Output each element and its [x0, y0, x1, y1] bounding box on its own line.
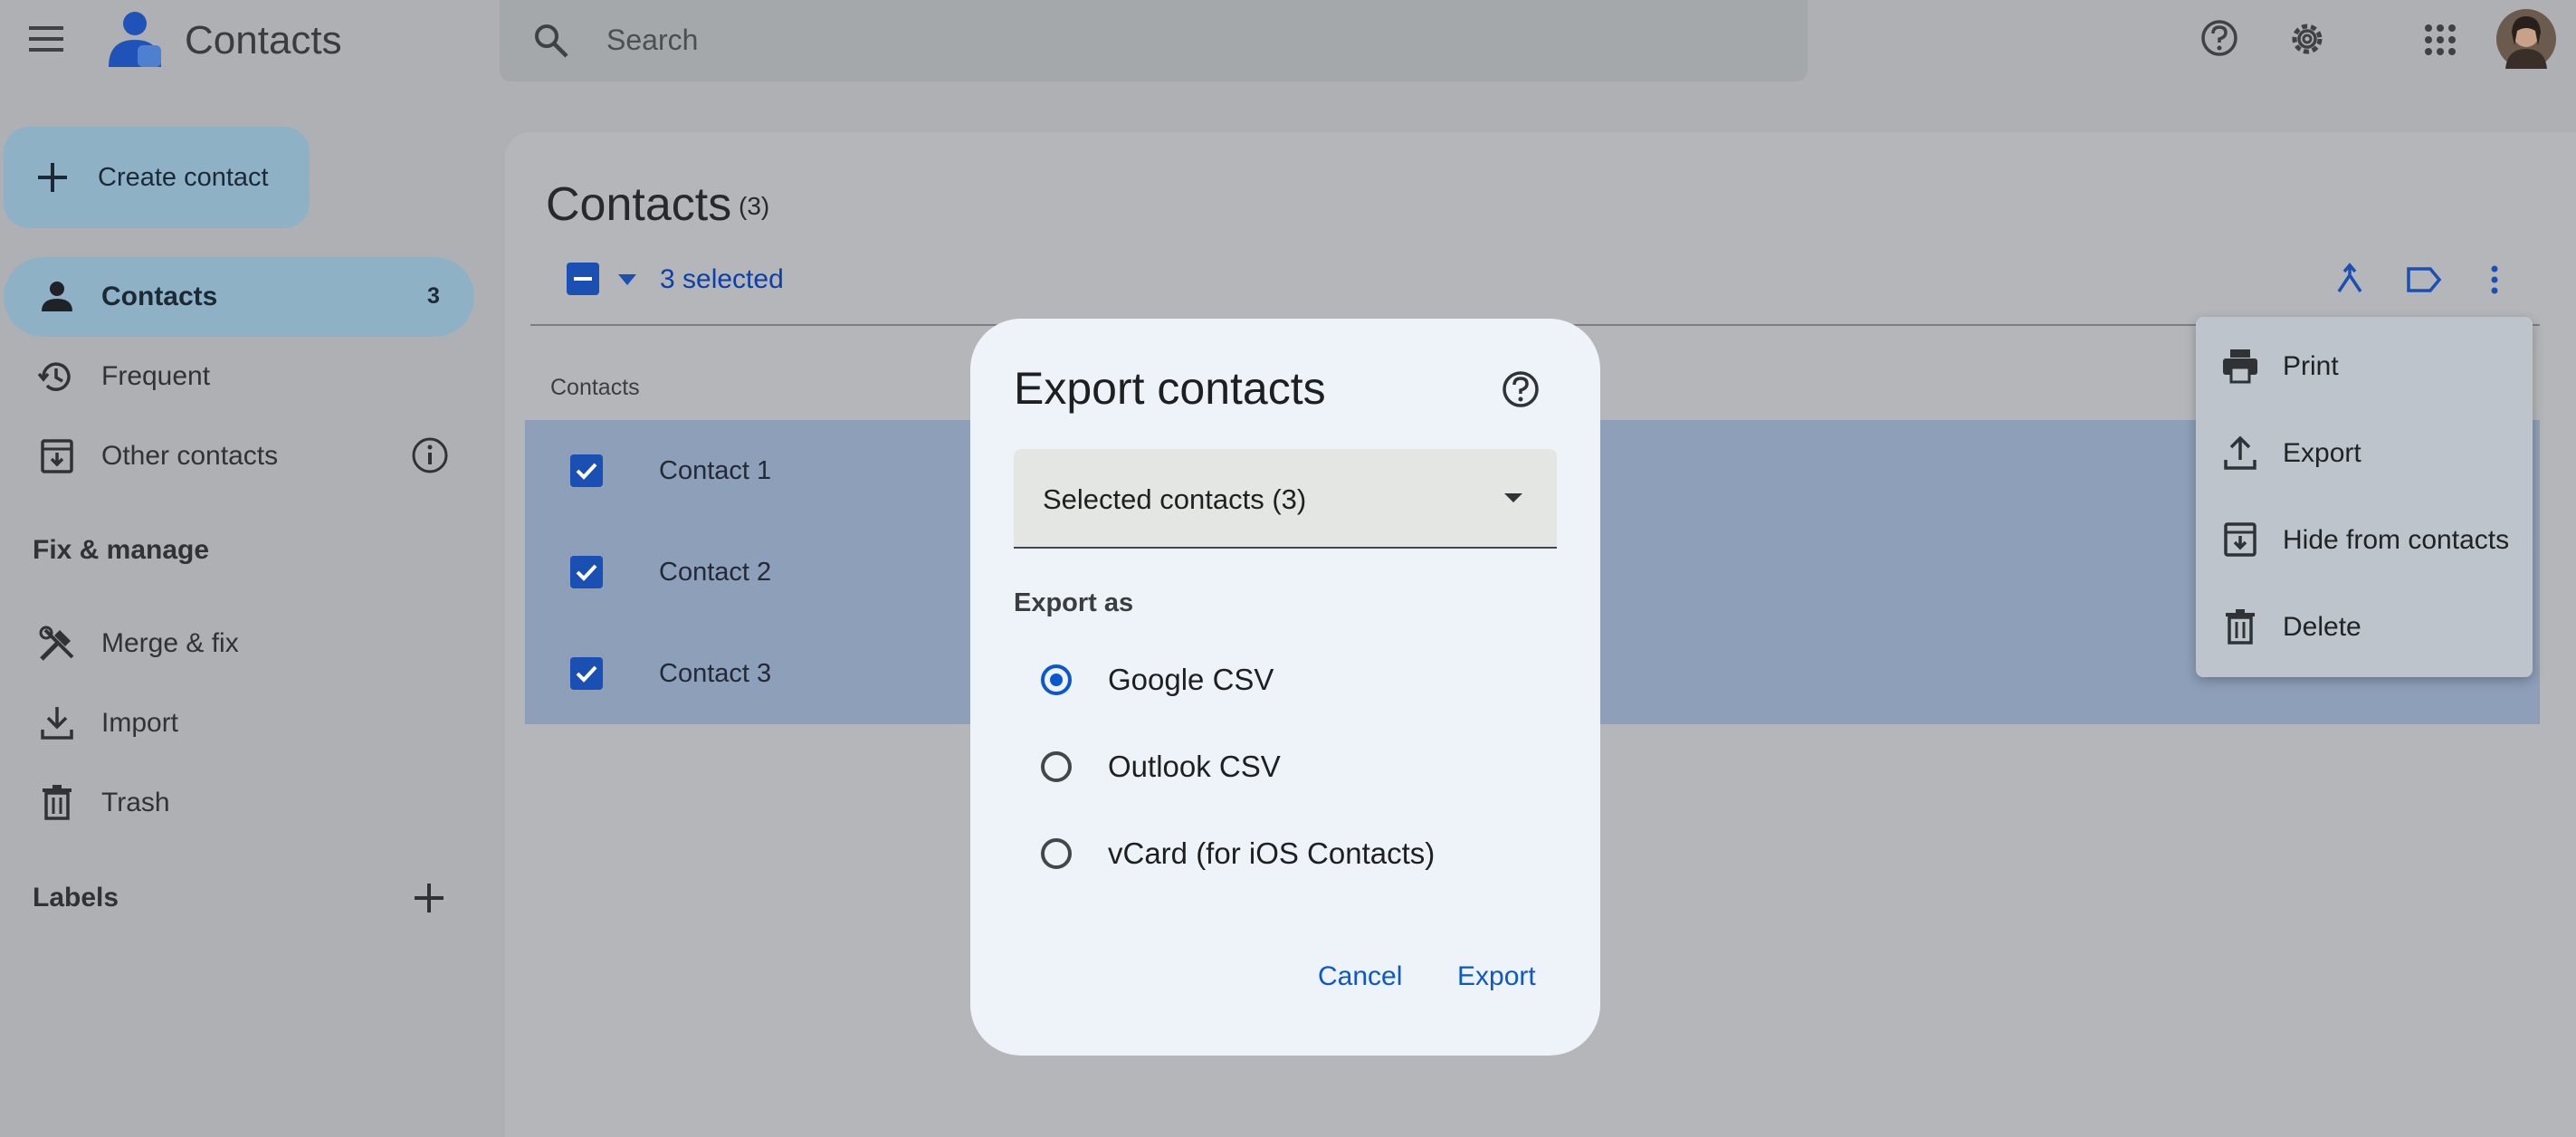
row-checkbox[interactable] — [570, 556, 603, 588]
app-title: Contacts — [185, 18, 342, 62]
select-all-checkbox[interactable] — [567, 263, 599, 295]
help-icon[interactable] — [2199, 18, 2239, 58]
label-icon[interactable] — [2406, 266, 2442, 293]
history-icon — [38, 358, 74, 395]
download-icon — [40, 704, 74, 740]
sidebar-item-trash[interactable] — [4, 763, 474, 843]
sidebar-item-import[interactable] — [4, 683, 474, 763]
upload-icon — [2223, 435, 2257, 471]
sidebar-item-label: Merge & fix — [101, 628, 239, 658]
radio-google-csv[interactable] — [1041, 664, 1072, 695]
selected-count: 3 selected — [660, 264, 784, 294]
more-vert-icon[interactable] — [2487, 264, 2502, 295]
export-as-label: Export as — [1014, 588, 1134, 617]
menu-item-export[interactable]: Export — [2283, 438, 2361, 469]
select-value: Selected contacts (3) — [1043, 483, 1307, 515]
radio-vcard[interactable] — [1041, 838, 1072, 869]
sidebar-item-label: Import — [101, 708, 179, 738]
option-label[interactable]: vCard (for iOS Contacts) — [1108, 836, 1435, 871]
trash-icon — [2225, 608, 2256, 645]
info-icon[interactable] — [411, 436, 449, 474]
contact-name[interactable]: Contact 2 — [659, 558, 771, 588]
plus-icon — [36, 161, 69, 194]
merge-icon[interactable] — [2333, 263, 2366, 295]
sidebar-item-count: 3 — [427, 283, 440, 309]
page-title: Contacts — [546, 178, 732, 231]
archive-download-icon — [40, 438, 74, 474]
cancel-button[interactable]: Cancel — [1318, 961, 1402, 992]
option-label[interactable]: Outlook CSV — [1108, 750, 1281, 784]
trash-icon — [42, 784, 72, 820]
print-icon — [2221, 348, 2259, 384]
settings-icon[interactable] — [2286, 18, 2328, 60]
chevron-down-icon[interactable] — [617, 273, 637, 286]
sidebar-item-label: Trash — [101, 788, 170, 817]
row-checkbox[interactable] — [570, 657, 603, 690]
sidebar-item-label: Contacts — [101, 282, 218, 311]
radio-outlook-csv[interactable] — [1041, 751, 1072, 782]
row-checkbox[interactable] — [570, 454, 603, 487]
search-icon[interactable] — [532, 22, 570, 60]
create-contact-label: Create contact — [98, 163, 269, 192]
sidebar-item-frequent[interactable] — [4, 337, 474, 416]
contact-name[interactable]: Contact 3 — [659, 659, 771, 689]
menu-item-hide[interactable]: Hide from contacts — [2283, 525, 2509, 556]
menu-item-print[interactable]: Print — [2283, 351, 2339, 382]
sidebar-item-contacts[interactable] — [4, 257, 474, 337]
export-button[interactable]: Export — [1457, 961, 1536, 992]
apps-grid-icon[interactable] — [2424, 24, 2457, 56]
column-header-contacts: Contacts — [550, 375, 640, 400]
person-icon — [40, 279, 74, 313]
sidebar-item-label: Other contacts — [101, 441, 279, 471]
sidebar-item-label: Frequent — [101, 361, 211, 391]
fix-manage-heading: Fix & manage — [33, 535, 210, 565]
archive-icon — [2223, 521, 2257, 558]
dialog-title: Export contacts — [1014, 363, 1326, 414]
page-count: (3) — [739, 192, 770, 220]
add-label-icon[interactable] — [413, 882, 445, 914]
dropdown-arrow-icon — [1503, 492, 1523, 503]
avatar[interactable] — [2496, 9, 2556, 69]
help-icon[interactable] — [1501, 369, 1541, 409]
menu-item-delete[interactable]: Delete — [2283, 612, 2361, 643]
tools-icon — [38, 625, 76, 663]
option-label[interactable]: Google CSV — [1108, 663, 1274, 697]
contacts-logo-icon — [105, 7, 163, 71]
main-menu-icon[interactable] — [27, 24, 65, 54]
contact-name[interactable]: Contact 1 — [659, 456, 771, 486]
labels-heading: Labels — [33, 883, 119, 912]
search-input[interactable]: Search — [606, 24, 698, 57]
